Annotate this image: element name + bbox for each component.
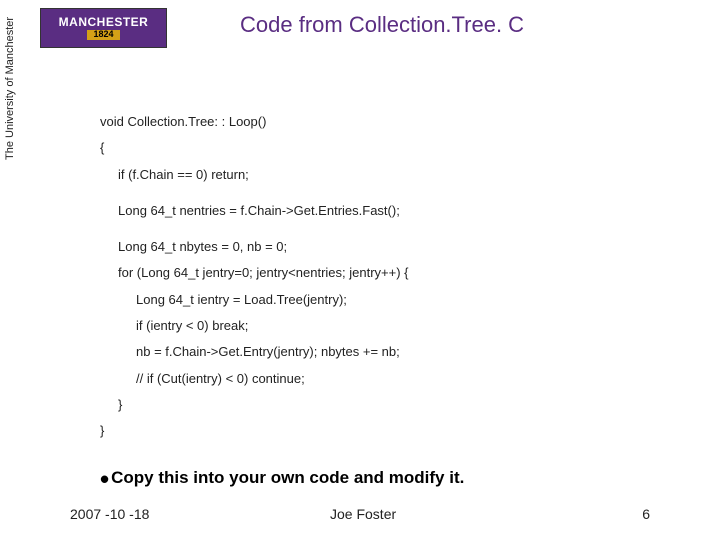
note-text: Copy this into your own code and modify … — [111, 468, 464, 487]
logo-year: 1824 — [87, 30, 119, 40]
code-line: } — [100, 424, 660, 438]
code-line: } — [100, 398, 660, 412]
code-line: void Collection.Tree: : Loop() — [100, 115, 660, 129]
footer-date: 2007 -10 -18 — [70, 506, 149, 522]
code-line: Long 64_t nentries = f.Chain->Get.Entrie… — [100, 204, 660, 218]
bullet-icon: • — [100, 464, 109, 494]
code-line: for (Long 64_t jentry=0; jentry<nentries… — [100, 266, 660, 280]
code-line: { — [100, 141, 660, 155]
code-line: // if (Cut(ientry) < 0) continue; — [100, 372, 660, 386]
code-listing: void Collection.Tree: : Loop() { if (f.C… — [100, 115, 660, 451]
code-line: Long 64_t nbytes = 0, nb = 0; — [100, 240, 660, 254]
slide-title: Code from Collection.Tree. C — [240, 12, 524, 38]
footer-page-number: 6 — [642, 506, 650, 522]
university-logo: MANCHESTER 1824 — [40, 8, 167, 48]
footer-author: Joe Foster — [330, 506, 396, 522]
bullet-note: •Copy this into your own code and modify… — [100, 468, 464, 488]
logo-name: MANCHESTER — [59, 16, 149, 29]
code-line: if (f.Chain == 0) return; — [100, 168, 660, 182]
code-line: Long 64_t ientry = Load.Tree(jentry); — [100, 293, 660, 307]
logo-side-text: The University of Manchester — [4, 17, 16, 160]
code-line: if (ientry < 0) break; — [100, 319, 660, 333]
code-line: nb = f.Chain->Get.Entry(jentry); nbytes … — [100, 345, 660, 359]
